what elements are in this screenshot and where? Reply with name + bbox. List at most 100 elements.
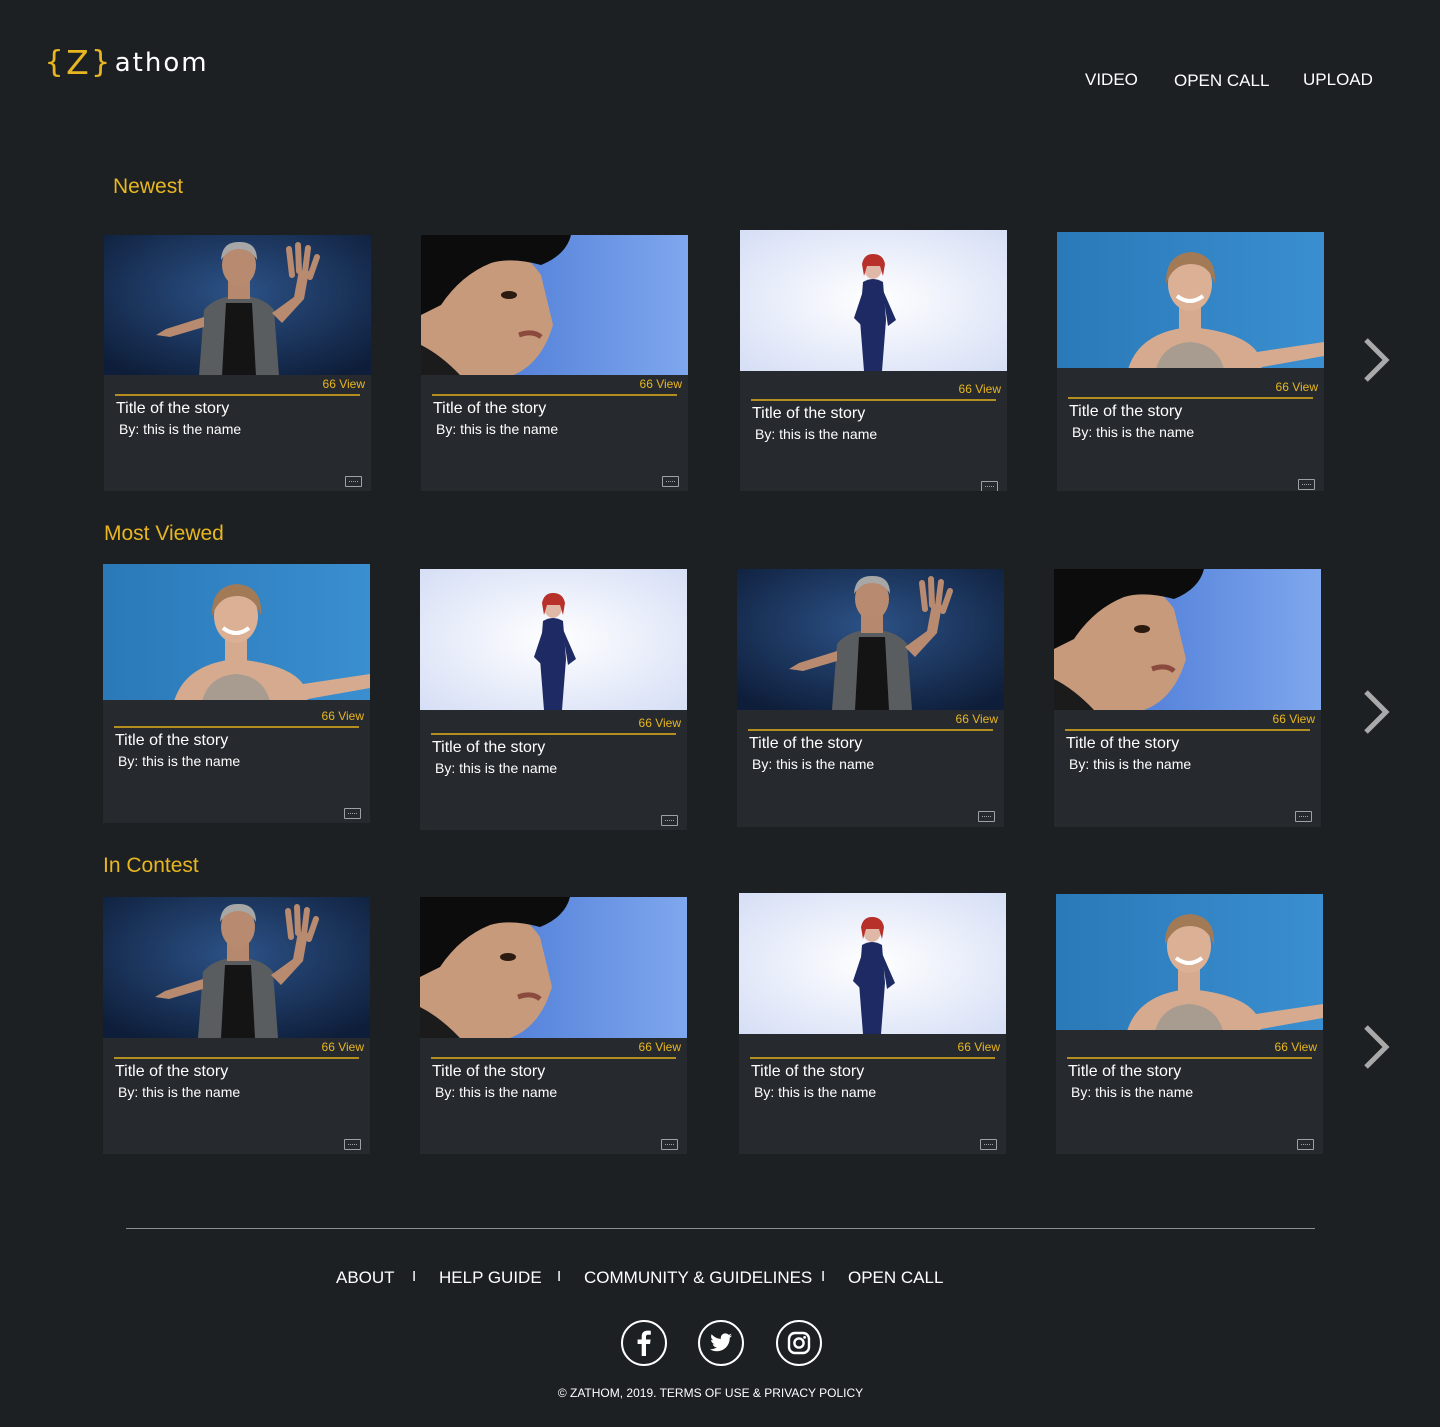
video-thumbnail[interactable] <box>1056 894 1323 1030</box>
view-count: 66 View <box>1272 712 1315 726</box>
video-thumbnail[interactable] <box>103 897 370 1038</box>
section-title-newest: Newest <box>113 175 184 198</box>
video-card[interactable]: 66 View Title of the story By: this is the… <box>421 235 688 491</box>
logo-close-brace: } <box>91 45 110 80</box>
view-count: 66 View <box>957 1040 1000 1054</box>
video-thumbnail[interactable] <box>420 897 687 1038</box>
story-byline: By: this is the name <box>755 426 878 442</box>
video-card[interactable]: 66 View Title of the story By: this is the… <box>420 569 687 830</box>
closed-caption-icon[interactable] <box>661 815 678 826</box>
video-thumbnail[interactable] <box>1057 232 1324 368</box>
story-title[interactable]: Title of the story <box>432 739 545 757</box>
closed-caption-icon[interactable] <box>981 481 998 491</box>
facebook-icon[interactable] <box>621 1320 667 1366</box>
closed-caption-icon[interactable] <box>662 476 679 487</box>
twitter-icon[interactable] <box>698 1320 744 1366</box>
footer-link-open-call[interactable]: OPEN CALL <box>848 1268 943 1288</box>
story-byline: By: this is the name <box>435 760 558 776</box>
video-card[interactable]: 66 View Title of the story By: this is the… <box>103 897 370 1154</box>
closed-caption-icon[interactable] <box>344 808 361 819</box>
footer-separator: I <box>412 1268 417 1285</box>
nav-upload-link[interactable]: UPLOAD <box>1303 70 1373 90</box>
story-byline: By: this is the name <box>118 1084 241 1100</box>
logo-open-brace: { <box>45 45 64 80</box>
story-byline: By: this is the name <box>752 756 875 772</box>
footer-link-community-guidelines[interactable]: COMMUNITY & GUIDELINES <box>584 1268 812 1288</box>
story-title[interactable]: Title of the story <box>115 732 228 750</box>
story-title[interactable]: Title of the story <box>432 1063 545 1081</box>
video-card[interactable]: 66 View Title of the story By: this is the… <box>1056 894 1323 1154</box>
nav-open-call-link[interactable]: OPEN CALL <box>1174 71 1269 91</box>
video-card[interactable]: 66 View Title of the story By: this is the… <box>104 235 371 491</box>
view-count: 66 View <box>638 1040 681 1054</box>
section-title-most-viewed: Most Viewed <box>104 522 224 545</box>
story-byline: By: this is the name <box>1069 756 1192 772</box>
chevron-right-icon[interactable] <box>1358 1021 1392 1073</box>
video-card[interactable]: 66 View Title of the story By: this is the… <box>737 569 1004 827</box>
video-thumbnail[interactable] <box>104 235 371 375</box>
closed-caption-icon[interactable] <box>661 1139 678 1150</box>
story-title[interactable]: Title of the story <box>749 735 862 753</box>
zathom-logo[interactable]: { Z } athom <box>45 44 209 82</box>
closed-caption-icon[interactable] <box>980 1139 997 1150</box>
video-card[interactable]: 66 View Title of the story By: this is the… <box>420 897 687 1154</box>
video-card[interactable]: 66 View Title of the story By: this is the… <box>739 893 1006 1154</box>
footer-link-about[interactable]: ABOUT <box>336 1268 395 1288</box>
footer-divider <box>126 1228 1315 1229</box>
card-divider <box>114 726 359 728</box>
card-divider <box>750 1057 995 1059</box>
story-title[interactable]: Title of the story <box>115 1063 228 1081</box>
card-divider <box>748 729 993 731</box>
story-title[interactable]: Title of the story <box>433 400 546 418</box>
closed-caption-icon[interactable] <box>978 811 995 822</box>
card-divider <box>751 399 996 401</box>
story-title[interactable]: Title of the story <box>1066 735 1179 753</box>
logo-letter: Z <box>66 43 89 82</box>
video-thumbnail[interactable] <box>737 569 1004 710</box>
video-thumbnail[interactable] <box>740 230 1007 371</box>
view-count: 66 View <box>955 712 998 726</box>
video-thumbnail[interactable] <box>739 893 1006 1034</box>
view-count: 66 View <box>321 709 364 723</box>
video-card[interactable]: 66 View Title of the story By: this is the… <box>740 230 1007 491</box>
instagram-icon[interactable] <box>776 1320 822 1366</box>
story-title[interactable]: Title of the story <box>1068 1063 1181 1081</box>
video-thumbnail[interactable] <box>1054 569 1321 710</box>
video-card[interactable]: 66 View Title of the story By: this is the… <box>1057 232 1324 491</box>
closed-caption-icon[interactable] <box>344 1139 361 1150</box>
chevron-right-icon[interactable] <box>1358 686 1392 738</box>
footer-separator: I <box>821 1268 826 1285</box>
nav-video-link[interactable]: VIDEO <box>1085 70 1138 90</box>
copyright-text: © ZATHOM, 2019. TERMS OF USE & PRIVACY P… <box>557 1386 864 1400</box>
video-thumbnail[interactable] <box>420 569 687 710</box>
closed-caption-icon[interactable] <box>345 476 362 487</box>
footer-separator: I <box>557 1268 562 1285</box>
card-divider <box>431 733 676 735</box>
story-title[interactable]: Title of the story <box>1069 403 1182 421</box>
card-divider <box>1065 729 1310 731</box>
card-divider <box>114 1057 359 1059</box>
video-card[interactable]: 66 View Title of the story By: this is the… <box>1054 569 1321 827</box>
video-thumbnail[interactable] <box>421 235 688 375</box>
view-count: 66 View <box>638 716 681 730</box>
footer-link-help-guide[interactable]: HELP GUIDE <box>439 1268 542 1288</box>
story-byline: By: this is the name <box>435 1084 558 1100</box>
logo-word: athom <box>114 48 209 78</box>
card-divider <box>1068 397 1313 399</box>
closed-caption-icon[interactable] <box>1297 1139 1314 1150</box>
view-count: 66 View <box>322 377 365 391</box>
card-divider <box>115 394 360 396</box>
video-card[interactable]: 66 View Title of the story By: this is the… <box>103 564 370 823</box>
story-byline: By: this is the name <box>1072 424 1195 440</box>
video-thumbnail[interactable] <box>103 564 370 700</box>
story-byline: By: this is the name <box>119 421 242 437</box>
closed-caption-icon[interactable] <box>1298 479 1315 490</box>
chevron-right-icon[interactable] <box>1358 334 1392 386</box>
view-count: 66 View <box>958 382 1001 396</box>
closed-caption-icon[interactable] <box>1295 811 1312 822</box>
story-title[interactable]: Title of the story <box>116 400 229 418</box>
view-count: 66 View <box>1275 380 1318 394</box>
story-title[interactable]: Title of the story <box>751 1063 864 1081</box>
story-byline: By: this is the name <box>1071 1084 1194 1100</box>
story-title[interactable]: Title of the story <box>752 405 865 423</box>
